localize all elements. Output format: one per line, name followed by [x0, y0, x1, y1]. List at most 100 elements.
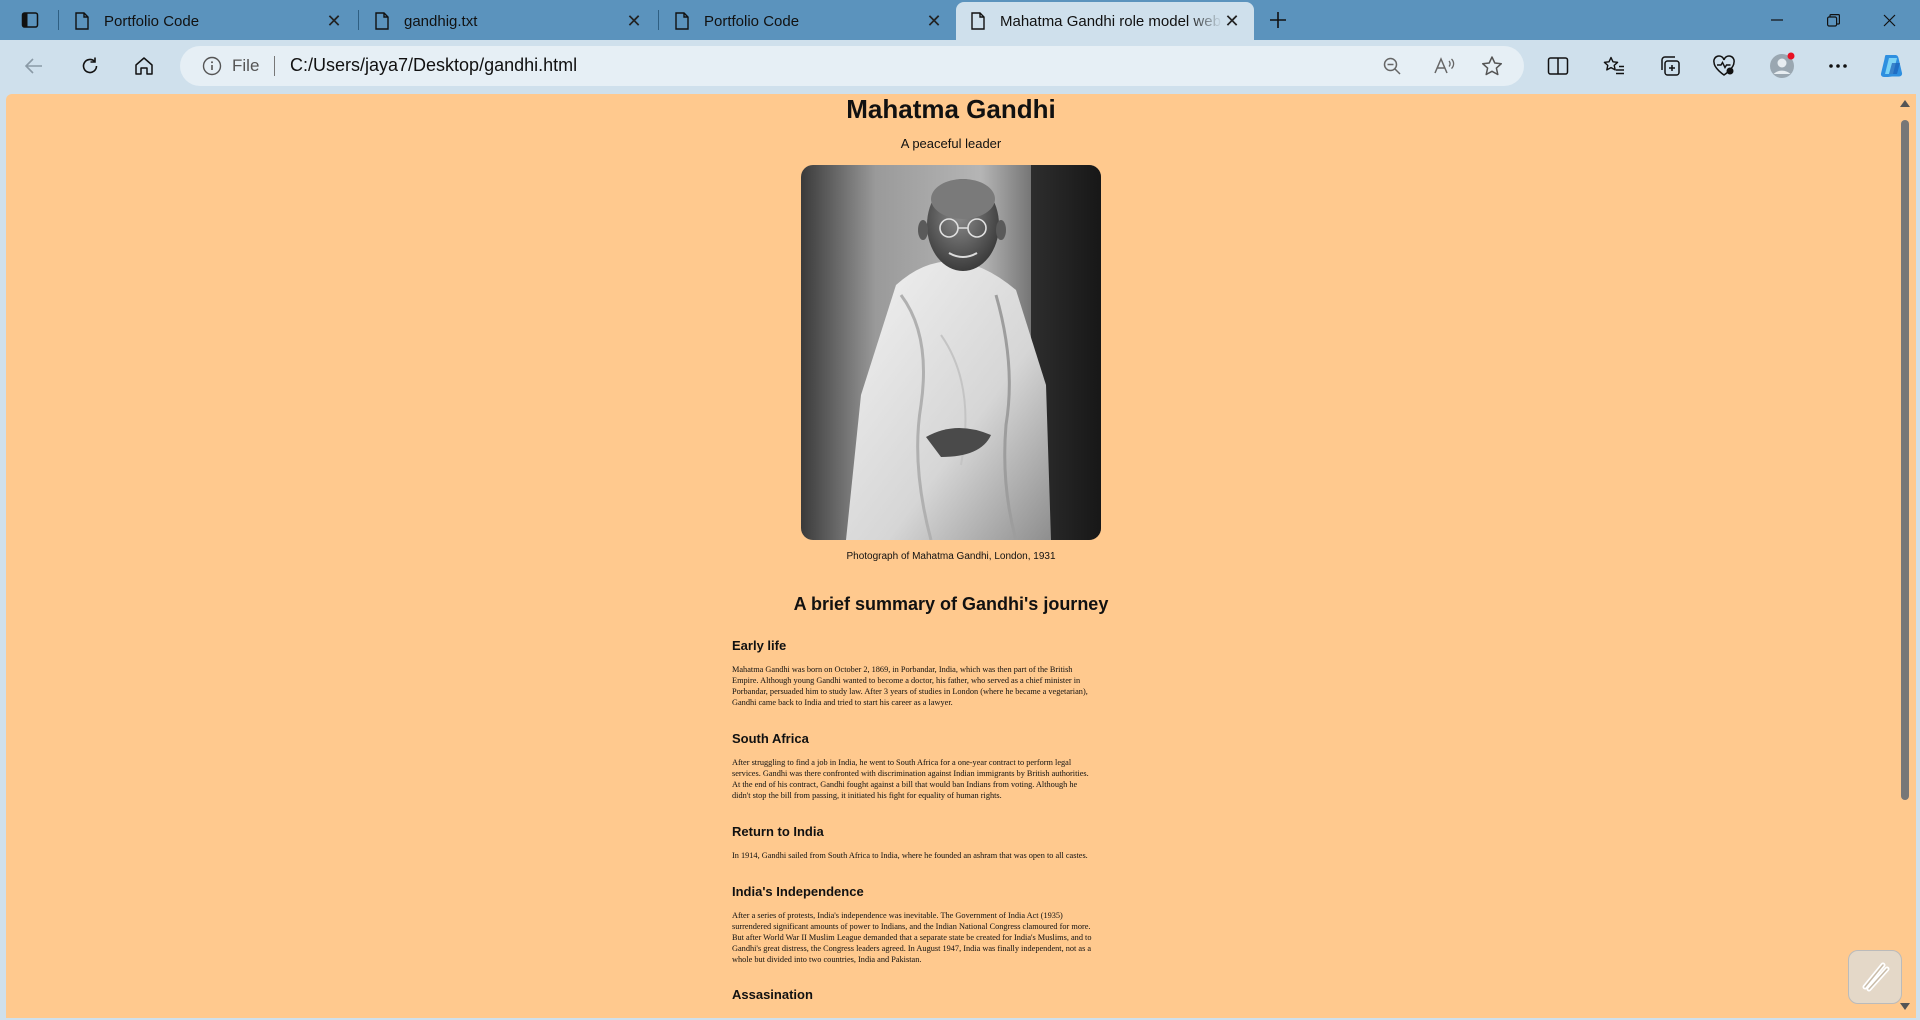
section-indias-independence: India's Independence After a series of p… — [732, 884, 1172, 965]
tab-strip: Portfolio Code ✕ gandhig.txt ✕ Portfolio… — [0, 0, 1920, 40]
navigation-toolbar: File C:/Users/jaya7/Desktop/gandhi.html — [0, 40, 1920, 92]
section-paragraph: After a series of protests, India's inde… — [732, 910, 1172, 965]
image-caption: Photograph of Mahatma Gandhi, London, 19… — [846, 551, 1056, 562]
section-paragraph: After struggling to find a job in India,… — [732, 757, 1172, 801]
portrait-photo — [801, 165, 1101, 540]
paragraph-line: surrendered significant amounts of power… — [732, 922, 1091, 931]
scroll-down-arrow-icon[interactable] — [1900, 1003, 1910, 1010]
split-screen-button[interactable] — [1540, 48, 1576, 84]
read-aloud-button[interactable] — [1432, 54, 1456, 78]
vertical-scrollbar[interactable] — [1898, 94, 1912, 1018]
paragraph-line: services. Gandhi was there confronted wi… — [732, 769, 1089, 778]
back-button[interactable] — [16, 48, 52, 84]
zoom-out-icon — [1383, 57, 1401, 75]
section-heading: Assasination — [732, 987, 813, 1002]
tab-title: Portfolio Code — [104, 12, 200, 30]
vertical-tabs-icon — [21, 12, 39, 28]
address-divider — [274, 56, 275, 76]
tab-separator — [58, 10, 59, 30]
section-heading: South Africa — [732, 731, 809, 746]
section-early-life: Early life Mahatma Gandhi was born on Oc… — [732, 638, 1172, 708]
tab-portfolio-code-2[interactable]: Portfolio Code ✕ — [660, 2, 956, 40]
copilot-icon — [1880, 55, 1903, 77]
favorites-list-icon — [1603, 56, 1624, 75]
paragraph-line: In 1914, Gandhi sailed from South Africa… — [732, 851, 1088, 860]
close-icon[interactable]: ✕ — [324, 11, 344, 31]
scrollbar-thumb[interactable] — [1901, 120, 1909, 800]
document-icon — [375, 12, 389, 30]
zoom-out-button[interactable] — [1380, 54, 1404, 78]
home-button[interactable] — [126, 48, 162, 84]
document-icon — [675, 12, 689, 30]
gandhi-portrait-image — [801, 165, 1101, 540]
paragraph-line: Gandhi's great distress, the Congress le… — [732, 944, 1092, 953]
page-viewport: Mahatma Gandhi A peaceful leader Photogr… — [6, 94, 1916, 1018]
section-south-africa: South Africa After struggling to find a … — [732, 731, 1172, 801]
close-icon[interactable]: ✕ — [624, 11, 644, 31]
paragraph-line: After a series of protests, India's inde… — [732, 911, 1063, 920]
paragraph-line: Mahatma Gandhi was born on October 2, 18… — [732, 665, 1073, 674]
page-subtitle: A peaceful leader — [900, 136, 1002, 151]
paragraph-line: Porbandar, persuaded him to study law. A… — [732, 687, 1088, 696]
tab-gandhig-txt[interactable]: gandhig.txt ✕ — [360, 2, 656, 40]
tab-title: Portfolio Code — [704, 12, 800, 30]
minimize-icon — [1771, 19, 1783, 21]
restore-button[interactable] — [1806, 0, 1860, 40]
tab-title: gandhig.txt — [404, 12, 478, 30]
tab-gandhi-website-active[interactable]: Mahatma Gandhi role model website ✕ — [956, 2, 1254, 40]
new-tab-button[interactable] — [1262, 4, 1294, 36]
split-screen-icon — [1547, 57, 1569, 75]
home-icon — [135, 57, 153, 75]
back-arrow-icon — [24, 58, 42, 74]
minimize-button[interactable] — [1750, 0, 1804, 40]
avatar-icon — [1770, 52, 1795, 78]
address-scheme-label: File — [232, 56, 260, 75]
tab-separator — [358, 10, 359, 30]
collections-icon — [1661, 56, 1680, 76]
scroll-up-arrow-icon[interactable] — [1900, 100, 1910, 107]
collections-button[interactable] — [1652, 48, 1688, 84]
section-heading: Early life — [732, 638, 787, 653]
paragraph-line: But after World War II Muslim League dem… — [732, 933, 1092, 942]
more-icon — [1829, 64, 1847, 68]
page-title: Mahatma Gandhi — [846, 94, 1056, 124]
summary-heading: A brief summary of Gandhi's journey — [793, 594, 1109, 614]
close-icon[interactable]: ✕ — [924, 11, 944, 31]
tab-title: Mahatma Gandhi role model website — [1000, 12, 1222, 30]
close-icon — [1883, 14, 1895, 26]
settings-more-button[interactable] — [1820, 48, 1856, 84]
section-assasination: Assasination — [732, 987, 1172, 1002]
paragraph-line: Gandhi came back to India and tried to s… — [732, 698, 953, 707]
close-icon[interactable]: ✕ — [1222, 11, 1242, 31]
refresh-button[interactable] — [72, 48, 108, 84]
section-heading: India's Independence — [732, 884, 864, 899]
copilot-button[interactable] — [1874, 48, 1910, 84]
star-icon — [1481, 56, 1503, 76]
read-aloud-icon — [1434, 57, 1455, 74]
section-heading: Return to India — [732, 824, 824, 839]
tab-separator — [658, 10, 659, 30]
feedback-icon — [1862, 962, 1890, 992]
paragraph-line: At the end of his contract, Gandhi fough… — [732, 780, 1078, 789]
favorites-button[interactable] — [1596, 48, 1632, 84]
favorite-button[interactable] — [1480, 54, 1504, 78]
section-return-to-india: Return to India In 1914, Gandhi sailed f… — [732, 824, 1172, 861]
section-paragraph: In 1914, Gandhi sailed from South Africa… — [732, 850, 1172, 861]
tab-actions-menu-button[interactable] — [14, 6, 46, 34]
close-window-button[interactable] — [1862, 0, 1916, 40]
heart-pulse-icon — [1713, 55, 1735, 76]
profile-button[interactable] — [1764, 48, 1800, 84]
tab-portfolio-code-1[interactable]: Portfolio Code ✕ — [60, 2, 356, 40]
paragraph-line: didn't stop the bill from passing, it in… — [732, 791, 1002, 800]
refresh-icon — [82, 57, 98, 74]
document-icon — [971, 12, 985, 30]
address-url[interactable]: C:/Users/jaya7/Desktop/gandhi.html — [290, 55, 577, 76]
browser-essentials-button[interactable] — [1706, 48, 1742, 84]
floating-action-button[interactable] — [1848, 950, 1902, 1004]
paragraph-line: After struggling to find a job in India,… — [732, 758, 1072, 767]
plus-icon — [1270, 12, 1286, 28]
paragraph-line: whole but divided into two countries, In… — [732, 955, 922, 964]
document-icon — [75, 12, 89, 30]
address-bar[interactable]: File C:/Users/jaya7/Desktop/gandhi.html — [180, 46, 1524, 86]
info-icon[interactable] — [202, 56, 222, 76]
